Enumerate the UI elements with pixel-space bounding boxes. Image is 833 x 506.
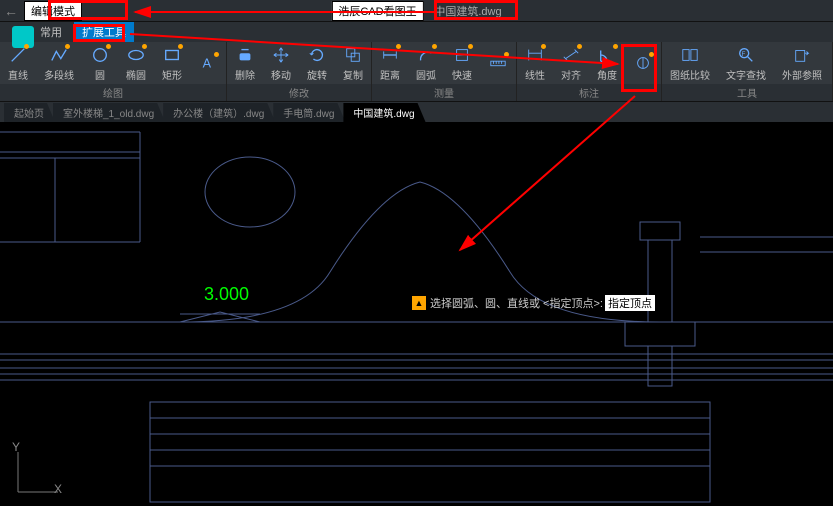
- compare-icon: [680, 45, 700, 65]
- tab-file-3[interactable]: 手电筒.dwg: [273, 103, 345, 122]
- aligned-dim-icon: [561, 45, 581, 65]
- ribbon-group-measure: 距离 圆弧 快速 测量: [372, 42, 517, 101]
- tool-angle[interactable]: 角度: [589, 42, 625, 84]
- erase-icon: [235, 45, 255, 65]
- circle-icon: [90, 45, 110, 65]
- tool-move[interactable]: 移动: [263, 42, 299, 84]
- polyline-icon: [49, 45, 69, 65]
- tool-text[interactable]: A: [190, 42, 226, 84]
- tab-start[interactable]: 起始页: [4, 103, 55, 122]
- quick-icon: [452, 45, 472, 65]
- tool-rectangle[interactable]: 矩形: [154, 42, 190, 84]
- group-label-tools: 工具: [662, 84, 832, 101]
- tool-erase[interactable]: 删除: [227, 42, 263, 84]
- tool-ellipse[interactable]: 椭圆: [118, 42, 154, 84]
- xref-icon: [792, 45, 812, 65]
- tab-file-1[interactable]: 室外楼梯_1_old.dwg: [53, 103, 165, 122]
- ribbon-group-annotate: 线性 对齐 角度 标注: [517, 42, 662, 101]
- text-icon: A: [198, 53, 218, 73]
- copy-icon: [343, 45, 363, 65]
- tool-arc-measure[interactable]: 圆弧: [408, 42, 444, 84]
- group-label-draw: 绘图: [0, 84, 226, 101]
- dimension-value: 3.000: [204, 284, 249, 305]
- tool-measure-more[interactable]: [480, 42, 516, 84]
- title-center: 浩辰CAD看图王 - 中国建筑.dwg: [331, 1, 501, 21]
- ribbon: 直线 多段线 圆 椭圆 矩形 A 绘图 删除 移动 旋转 复制 修改 距离 圆弧…: [0, 42, 833, 102]
- linear-dim-icon: [525, 45, 545, 65]
- tool-findtext[interactable]: F文字查找: [718, 42, 774, 84]
- tool-distance[interactable]: 距离: [372, 42, 408, 84]
- tool-polyline[interactable]: 多段线: [36, 42, 82, 84]
- ribbon-group-modify: 删除 移动 旋转 复制 修改: [227, 42, 372, 101]
- svg-text:A: A: [203, 57, 212, 71]
- tool-line[interactable]: 直线: [0, 42, 36, 84]
- menu-common[interactable]: 常用: [40, 24, 62, 40]
- title-file-name: - 中国建筑.dwg: [428, 3, 502, 19]
- drawing-canvas[interactable]: 3.000 ▲ 选择圆弧、圆、直线或 <指定顶点>: 指定顶点 Y X: [0, 122, 833, 506]
- distance-icon: [380, 45, 400, 65]
- search-icon: F: [736, 45, 756, 65]
- tool-circle[interactable]: 圆: [82, 42, 118, 84]
- prompt-icon: ▲: [412, 296, 426, 310]
- menu-extension-tools[interactable]: 扩展工具: [74, 22, 134, 42]
- title-bar: ← 编辑模式 浩辰CAD看图王 - 中国建筑.dwg: [0, 0, 833, 22]
- ruler-icon: [488, 53, 508, 73]
- tool-copy[interactable]: 复制: [335, 42, 371, 84]
- tool-linear[interactable]: 线性: [517, 42, 553, 84]
- drawing-content: [0, 122, 833, 506]
- prompt-text: 选择圆弧、圆、直线或 <指定顶点>:: [430, 295, 603, 311]
- command-prompt[interactable]: ▲ 选择圆弧、圆、直线或 <指定顶点>: 指定顶点: [412, 295, 655, 311]
- group-label-annotate: 标注: [517, 84, 661, 101]
- annotate-icon: [633, 53, 653, 73]
- arc-icon: [416, 45, 436, 65]
- rotate-icon: [307, 45, 327, 65]
- ribbon-group-draw: 直线 多段线 圆 椭圆 矩形 A 绘图: [0, 42, 227, 101]
- line-icon: [8, 45, 28, 65]
- rectangle-icon: [162, 45, 182, 65]
- prompt-input[interactable]: 指定顶点: [605, 295, 655, 311]
- tool-xref[interactable]: 外部参照: [774, 42, 830, 84]
- ribbon-group-tools: 图纸比较 F文字查找 外部参照 工具: [662, 42, 833, 101]
- tab-file-4[interactable]: 中国建筑.dwg: [343, 103, 425, 122]
- tool-quick[interactable]: 快速: [444, 42, 480, 84]
- tool-rotate[interactable]: 旋转: [299, 42, 335, 84]
- tool-aligned[interactable]: 对齐: [553, 42, 589, 84]
- app-name: 浩辰CAD看图王: [331, 1, 423, 21]
- edit-mode-button[interactable]: 编辑模式: [24, 1, 82, 21]
- document-tabs: 起始页 室外楼梯_1_old.dwg 办公楼（建筑）.dwg 手电筒.dwg 中…: [0, 102, 833, 122]
- move-icon: [271, 45, 291, 65]
- tool-annotate-more[interactable]: [625, 42, 661, 84]
- tab-file-2[interactable]: 办公楼（建筑）.dwg: [163, 103, 275, 122]
- ellipse-icon: [126, 45, 146, 65]
- tool-compare[interactable]: 图纸比较: [662, 42, 718, 84]
- back-arrow-icon[interactable]: ←: [4, 3, 18, 19]
- group-label-measure: 测量: [372, 84, 516, 101]
- group-label-modify: 修改: [227, 84, 371, 101]
- menu-bar: 常用 扩展工具: [0, 22, 833, 42]
- angle-dim-icon: [597, 45, 617, 65]
- svg-text:F: F: [742, 50, 746, 57]
